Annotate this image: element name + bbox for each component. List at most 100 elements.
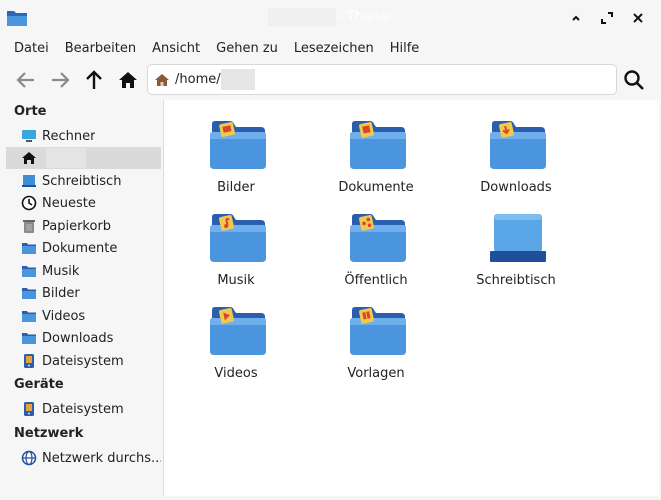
home-button[interactable] — [114, 66, 142, 94]
sidebar-item-recent[interactable]: Neueste — [6, 192, 161, 214]
file-item[interactable]: Bilder — [176, 106, 296, 195]
maximize-icon — [601, 12, 613, 24]
file-item[interactable]: Vorlagen — [316, 292, 436, 381]
redacted-username — [46, 148, 86, 168]
sidebar-item-label: Papierkorb — [42, 218, 112, 234]
globe-icon — [21, 450, 37, 466]
menu-view[interactable]: Ansicht — [144, 41, 208, 56]
file-label: Videos — [214, 366, 258, 381]
window-frame-bottom — [0, 496, 661, 500]
sidebar-item-label: Netzwerk durchs... — [42, 450, 161, 466]
home-folder-icon — [155, 73, 169, 86]
maximize-button[interactable] — [597, 8, 617, 28]
sidebar-item-documents[interactable]: Dokumente — [6, 237, 161, 259]
search-button[interactable] — [620, 66, 648, 94]
file-item[interactable]: Dokumente — [316, 106, 436, 195]
window-title: - Thunar — [338, 9, 393, 25]
computer-icon — [21, 128, 37, 144]
forward-button[interactable] — [46, 66, 74, 94]
sidebar-heading-devices: Geräte — [14, 377, 64, 392]
window-title-area: - Thunar — [0, 8, 661, 26]
location-bar[interactable]: /home/ — [147, 64, 617, 95]
sidebar-heading-places: Orte — [14, 104, 47, 119]
redacted-username — [220, 69, 255, 90]
sidebar-heading-network: Netzwerk — [14, 426, 84, 441]
clock-icon — [21, 195, 37, 211]
home-icon — [119, 72, 137, 88]
close-icon — [633, 13, 643, 23]
file-label: Schreibtisch — [476, 273, 556, 288]
file-label: Dokumente — [338, 180, 414, 195]
desktop-icon — [21, 173, 37, 189]
sidebar-item-label: Dokumente — [42, 240, 118, 256]
sidebar-item-desktop[interactable]: Schreibtisch — [6, 170, 161, 192]
sidebar-item-label: Dateisystem — [42, 401, 124, 417]
minimize-button[interactable] — [566, 8, 586, 28]
menu-edit[interactable]: Bearbeiten — [57, 41, 144, 56]
sidebar-item-trash[interactable]: Papierkorb — [6, 215, 161, 237]
file-label: Bilder — [217, 180, 255, 195]
file-label: Vorlagen — [347, 366, 405, 381]
menu-bar: Datei Bearbeiten Ansicht Gehen zu Leseze… — [0, 36, 661, 60]
videos-folder-icon — [210, 307, 266, 355]
templates-folder-icon — [350, 307, 406, 355]
title-bar: - Thunar — [0, 0, 661, 36]
sidebar: Orte Rechner Schreibtisch Neueste Papier… — [0, 100, 162, 500]
sidebar-item-pictures[interactable]: Bilder — [6, 282, 161, 304]
sidebar-item-device-filesystem[interactable]: Dateisystem — [6, 398, 161, 420]
file-item[interactable]: Öffentlich — [316, 199, 436, 288]
menu-go[interactable]: Gehen zu — [208, 41, 286, 56]
public-folder-icon — [350, 214, 406, 262]
downloads-folder-icon — [490, 121, 546, 169]
music-folder-icon — [210, 214, 266, 262]
minimize-icon — [572, 15, 580, 21]
folder-icon — [21, 263, 37, 279]
up-button[interactable] — [80, 66, 108, 94]
menu-help[interactable]: Hilfe — [382, 41, 428, 56]
sidebar-item-label: Videos — [42, 308, 86, 324]
folder-icon — [21, 330, 37, 346]
arrow-right-icon — [52, 72, 70, 88]
sidebar-item-label: Dateisystem — [42, 353, 124, 369]
search-icon — [624, 70, 644, 90]
arrow-up-icon — [86, 70, 102, 89]
drive-icon — [21, 401, 37, 417]
file-label: Musik — [217, 273, 255, 288]
toolbar: /home/ — [0, 62, 661, 98]
pictures-folder-icon — [210, 121, 266, 169]
location-path: /home/ — [175, 72, 221, 87]
sidebar-item-videos[interactable]: Videos — [6, 305, 161, 327]
folder-icon — [21, 240, 37, 256]
sidebar-item-downloads[interactable]: Downloads — [6, 327, 161, 349]
file-item[interactable]: Downloads — [456, 106, 576, 195]
file-label: Öffentlich — [344, 273, 408, 288]
redacted-username — [268, 8, 337, 26]
close-button[interactable] — [628, 8, 648, 28]
folder-icon — [21, 308, 37, 324]
file-item[interactable]: Videos — [176, 292, 296, 381]
file-icon-view: Bilder Dokumente Downloads Musik Öffentl… — [163, 100, 659, 496]
arrow-left-icon — [16, 72, 34, 88]
sidebar-item-music[interactable]: Musik — [6, 260, 161, 282]
sidebar-item-label: Bilder — [42, 285, 80, 301]
sidebar-item-label: Downloads — [42, 330, 114, 346]
sidebar-item-label: Rechner — [42, 128, 96, 144]
desktop-folder-icon — [490, 214, 546, 262]
home-icon — [21, 150, 37, 166]
file-label: Downloads — [480, 180, 552, 195]
sidebar-item-browse-network[interactable]: Netzwerk durchs... — [6, 447, 161, 469]
sidebar-item-filesystem[interactable]: Dateisystem — [6, 350, 161, 372]
documents-folder-icon — [350, 121, 406, 169]
sidebar-item-computer[interactable]: Rechner — [6, 125, 161, 147]
sidebar-item-home[interactable] — [6, 147, 161, 169]
folder-icon — [21, 285, 37, 301]
back-button[interactable] — [12, 66, 40, 94]
sidebar-item-label: Neueste — [42, 195, 96, 211]
sidebar-item-label: Schreibtisch — [42, 173, 122, 189]
menu-file[interactable]: Datei — [6, 41, 57, 56]
menu-bookmarks[interactable]: Lesezeichen — [286, 41, 382, 56]
file-item[interactable]: Musik — [176, 199, 296, 288]
sidebar-item-label: Musik — [42, 263, 80, 279]
file-item[interactable]: Schreibtisch — [456, 199, 576, 288]
drive-icon — [21, 353, 37, 369]
